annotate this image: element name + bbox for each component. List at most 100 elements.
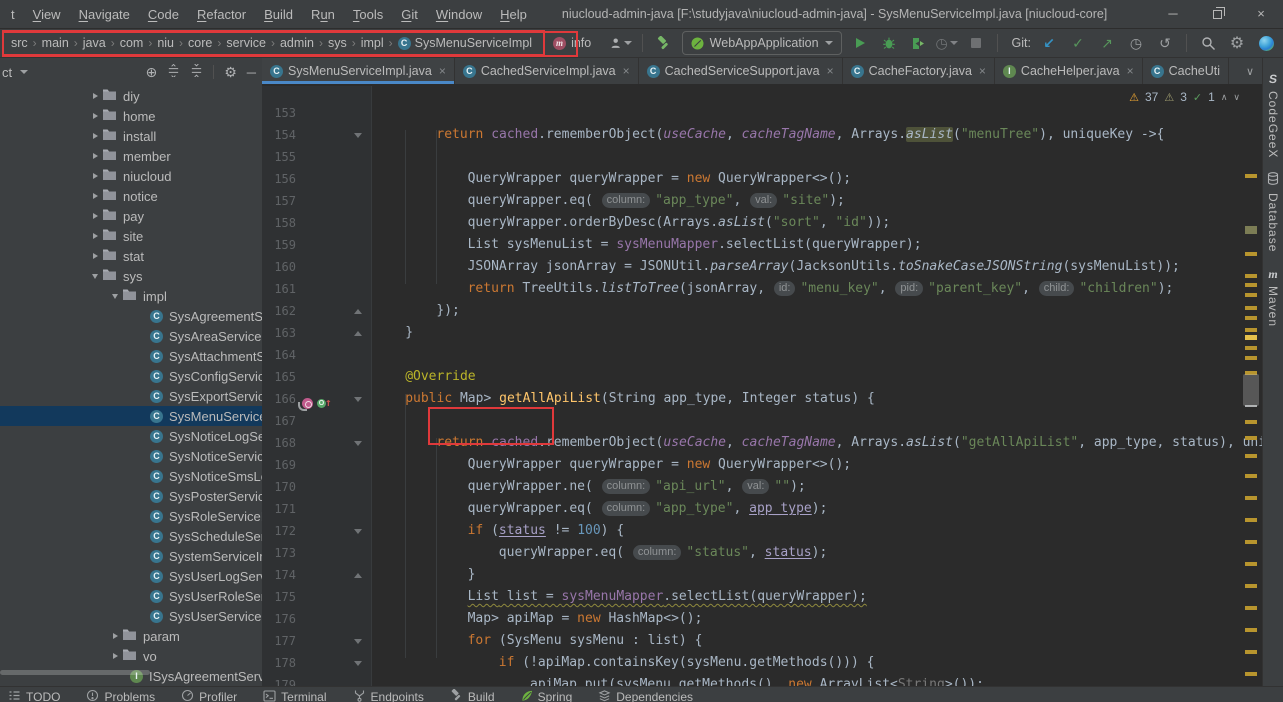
code-line-166[interactable]: 166O↑public Map> getAllApiList(String ap… xyxy=(262,388,1262,410)
code-line-163[interactable]: 163} xyxy=(262,322,1262,344)
tree-file-SysConfigService[interactable]: CSysConfigService xyxy=(0,366,262,386)
status-item-build[interactable]: Build xyxy=(450,687,495,702)
chevron-right-icon[interactable] xyxy=(88,173,102,179)
tab-SysMenuServiceImpl-java[interactable]: CSysMenuServiceImpl.java× xyxy=(262,58,455,84)
editor-vertical-scrollbar[interactable] xyxy=(1243,374,1259,406)
debug-icon[interactable] xyxy=(878,32,900,54)
code-line-153[interactable]: 153 xyxy=(262,102,1262,124)
menu-item-run[interactable]: Run xyxy=(302,0,344,29)
code-line-167[interactable]: 167 xyxy=(262,410,1262,432)
tree-folder-niucloud[interactable]: niucloud xyxy=(0,166,262,186)
settings-gear-icon[interactable]: ⚙ xyxy=(1226,32,1248,54)
tab-CachedServiceSupport-java[interactable]: CCachedServiceSupport.java× xyxy=(639,58,843,84)
tree-folder-home[interactable]: home xyxy=(0,106,262,126)
menu-item-code[interactable]: Code xyxy=(139,0,188,29)
menu-item-window[interactable]: Window xyxy=(427,0,491,29)
search-everywhere-icon[interactable] xyxy=(1197,32,1219,54)
tab-CacheFactory-java[interactable]: CCacheFactory.java× xyxy=(843,58,995,84)
tree-file-SystemServiceIm[interactable]: CSystemServiceIm xyxy=(0,546,262,566)
code-line-161[interactable]: 161return TreeUtils.listToTree(jsonArray… xyxy=(262,278,1262,300)
tree-file-SysExportService[interactable]: CSysExportService xyxy=(0,386,262,406)
code-line-159[interactable]: 159List sysMenuList = sysMenuMapper.sele… xyxy=(262,234,1262,256)
tree-folder-member[interactable]: member xyxy=(0,146,262,166)
codegeex-ball-icon[interactable] xyxy=(1255,32,1277,54)
run-configuration-select[interactable]: WebAppApplication xyxy=(682,31,842,55)
code-line-158[interactable]: 158queryWrapper.orderByDesc(Arrays.asLis… xyxy=(262,212,1262,234)
inspections-widget[interactable]: ⚠ 37 ⚠ 3 ✓ 1 ∧ ∨ xyxy=(1125,89,1244,105)
rollback-icon[interactable]: ↺ xyxy=(1154,32,1176,54)
tab-CacheHelper-java[interactable]: ICacheHelper.java× xyxy=(995,58,1143,84)
tree-folder-impl[interactable]: impl xyxy=(0,286,262,306)
tree-file-SysNoticeLogSer[interactable]: CSysNoticeLogSer xyxy=(0,426,262,446)
tab-close-icon[interactable]: × xyxy=(1127,64,1134,78)
chevron-right-icon[interactable] xyxy=(88,193,102,199)
fold-marker-icon[interactable] xyxy=(354,331,362,336)
tree-file-SysUserRoleServ[interactable]: CSysUserRoleServ xyxy=(0,586,262,606)
chevron-right-icon[interactable] xyxy=(88,113,102,119)
fold-marker-icon[interactable] xyxy=(354,639,362,644)
fold-marker-icon[interactable] xyxy=(354,573,362,578)
git-commit-icon[interactable]: ✓ xyxy=(1067,32,1089,54)
expand-all-icon[interactable] xyxy=(167,64,180,80)
menu-item-help[interactable]: Help xyxy=(491,0,536,29)
tree-file-SysUserServiceIm[interactable]: CSysUserServiceIm xyxy=(0,606,262,626)
status-item-todo[interactable]: TODO xyxy=(8,687,60,702)
tab-close-icon[interactable]: × xyxy=(439,64,446,78)
code-line-174[interactable]: 174} xyxy=(262,564,1262,586)
tree-file-SysAttachmentSe[interactable]: CSysAttachmentSe xyxy=(0,346,262,366)
close-button[interactable]: × xyxy=(1239,0,1283,29)
chevron-right-icon[interactable] xyxy=(88,213,102,219)
menu-item-refactor[interactable]: Refactor xyxy=(188,0,255,29)
menu-item-build[interactable]: Build xyxy=(255,0,302,29)
history-icon[interactable]: ◷ xyxy=(1125,32,1147,54)
status-item-problems[interactable]: Problems xyxy=(86,687,155,702)
code-line-156[interactable]: 156QueryWrapper queryWrapper = new Query… xyxy=(262,168,1262,190)
chevron-down-icon[interactable] xyxy=(88,274,102,279)
tree-folder-site[interactable]: site xyxy=(0,226,262,246)
prev-problem-icon[interactable]: ∧ xyxy=(1221,92,1228,103)
code-line-162[interactable]: 162}); xyxy=(262,300,1262,322)
chevron-right-icon[interactable] xyxy=(88,93,102,99)
tree-file-SysRoleServiceIm[interactable]: CSysRoleServiceIm xyxy=(0,506,262,526)
tree-file-SysAgreementSe[interactable]: CSysAgreementSe xyxy=(0,306,262,326)
fold-marker-icon[interactable] xyxy=(354,397,362,402)
chevron-right-icon[interactable] xyxy=(108,653,122,659)
project-panel-header[interactable]: ct ⊕ ⚙ ─ xyxy=(0,58,262,86)
fold-marker-icon[interactable] xyxy=(354,133,362,138)
fold-marker-icon[interactable] xyxy=(354,441,362,446)
tab-CachedServiceImpl-java[interactable]: CCachedServiceImpl.java× xyxy=(455,58,639,84)
menu-item-view[interactable]: View xyxy=(24,0,70,29)
menu-item-navigate[interactable]: Navigate xyxy=(70,0,139,29)
tree-file-SysNoticeService[interactable]: CSysNoticeService xyxy=(0,446,262,466)
run-coverage-icon[interactable] xyxy=(907,32,929,54)
chevron-right-icon[interactable] xyxy=(88,233,102,239)
status-item-terminal[interactable]: Terminal xyxy=(263,687,326,702)
stripe-button-codegeex[interactable]: SCodeGeeX xyxy=(1266,72,1280,158)
restore-button[interactable] xyxy=(1195,0,1239,29)
stripe-button-maven[interactable]: mMaven xyxy=(1266,267,1280,327)
chevron-right-icon[interactable] xyxy=(88,133,102,139)
tree-file-SysNoticeSmsLo[interactable]: CSysNoticeSmsLo xyxy=(0,466,262,486)
panel-settings-gear-icon[interactable]: ⚙ xyxy=(224,64,237,81)
code-line-160[interactable]: 160JSONArray jsonArray = JSONUtil.parseA… xyxy=(262,256,1262,278)
menu-item-t[interactable]: t xyxy=(2,0,24,29)
tree-file-ISysAgreementServi[interactable]: IISysAgreementServi xyxy=(0,666,262,686)
code-line-164[interactable]: 164 xyxy=(262,344,1262,366)
minimize-button[interactable]: ─ xyxy=(1151,0,1195,29)
tree-horizontal-scrollbar[interactable] xyxy=(0,670,150,675)
tree-folder-stat[interactable]: stat xyxy=(0,246,262,266)
collapse-all-icon[interactable] xyxy=(190,64,203,80)
code-line-154[interactable]: 154return cached.rememberObject(useCache… xyxy=(262,124,1262,146)
tree-folder-notice[interactable]: notice xyxy=(0,186,262,206)
hide-panel-icon[interactable]: ─ xyxy=(247,65,256,80)
code-line-170[interactable]: 170queryWrapper.ne( column:"api_url", va… xyxy=(262,476,1262,498)
fold-marker-icon[interactable] xyxy=(354,661,362,666)
code-line-177[interactable]: 177for (SysMenu sysMenu : list) { xyxy=(262,630,1262,652)
tab-close-icon[interactable]: × xyxy=(979,64,986,78)
code-line-169[interactable]: 169QueryWrapper queryWrapper = new Query… xyxy=(262,454,1262,476)
code-viewport[interactable]: 153154return cached.rememberObject(useCa… xyxy=(262,86,1262,686)
profile-icon[interactable] xyxy=(610,32,632,54)
tree-folder-param[interactable]: param xyxy=(0,626,262,646)
code-line-172[interactable]: 172if (status != 100) { xyxy=(262,520,1262,542)
locate-file-icon[interactable]: ⊕ xyxy=(145,64,157,81)
